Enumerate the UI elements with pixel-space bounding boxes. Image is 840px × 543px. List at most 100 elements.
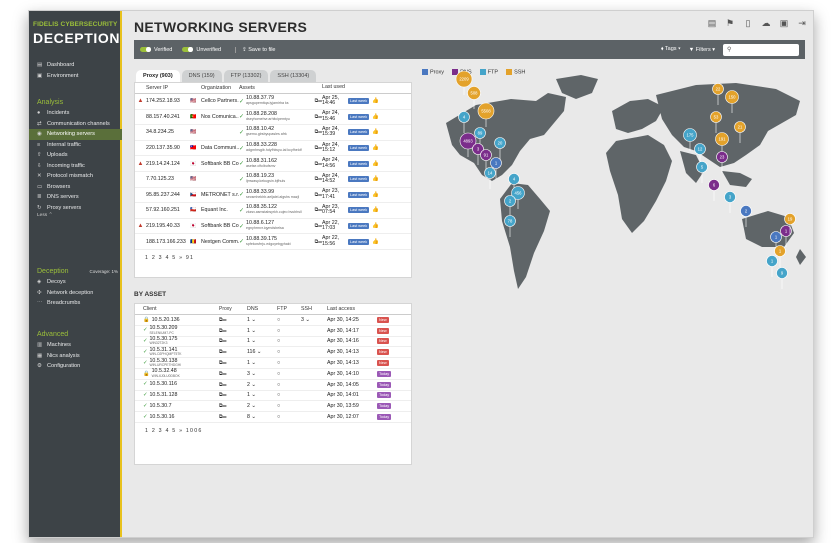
ssh-count[interactable]: 3 ⌄ xyxy=(301,317,310,323)
sidebar-item-decoys[interactable]: ◈ Decoys xyxy=(29,277,122,288)
asset-cell[interactable]: ✓ 10.88.39.175 spfekcwfrrju.edgoyebgyhakt… xyxy=(239,236,322,247)
thumb-icon[interactable]: 👍 xyxy=(372,129,379,135)
col-ssh[interactable]: SSH xyxy=(301,306,327,312)
client-cell[interactable]: 🔒 10.5.20.136 xyxy=(143,317,219,322)
dns-count[interactable]: 1 ⌄ xyxy=(247,328,256,334)
sidebar-item-networking-servers[interactable]: ◉ Networking servers xyxy=(29,129,122,140)
save-to-file-button[interactable]: ⇪ Save to file xyxy=(235,46,275,53)
less-toggle[interactable]: Less ⌃ xyxy=(29,213,122,222)
tags-dropdown[interactable]: ⬧ Tags ▾ xyxy=(661,46,681,53)
table-row[interactable]: 🔒 10.5.32.48 WIN-6J0LU0DBOK ⧉▭ 3 ⌄ ○ Apr 3… xyxy=(135,369,411,380)
sidebar-item-dashboard[interactable]: ▤ Dashboard xyxy=(29,60,122,71)
filters-dropdown[interactable]: ▼ Filters ▾ xyxy=(689,47,715,53)
table-row[interactable]: 88.157.40.241 🇵🇹 Nos Comunica... ✓ 10.88… xyxy=(135,110,411,126)
cloud-icon[interactable]: ☁ xyxy=(760,18,772,30)
table-row[interactable]: ✓ 10.5.30.138 WIN-URCPETHDGHI ⧉▭ 1 ⌄ ○ Apr… xyxy=(135,358,411,369)
col-last-used[interactable]: Last used xyxy=(322,84,348,90)
sidebar-item-nics-analysis[interactable]: ▦ Nics analysis xyxy=(29,351,122,362)
table-row[interactable]: ✓ 10.5.31.141 WIN-O2PHQMPT5TK ⧉▭ 116 ⌄ ○ A… xyxy=(135,347,411,359)
asset-cell[interactable]: ✓ 10.88.31.162 aselse.cftclbufsmv ⧉▭ xyxy=(239,158,322,169)
sidebar-item-incoming-traffic[interactable]: ⇩ Incoming traffic xyxy=(29,161,122,172)
sidebar-item-machines[interactable]: ▥ Machines xyxy=(29,340,122,351)
table-row[interactable]: 34.8.234.25 🇺🇸 ✓ 10.88.10.42 gsemu.glrsby… xyxy=(135,125,411,141)
sidebar-item-incidents[interactable]: ● Incidents xyxy=(29,108,122,119)
client-cell[interactable]: ✓ 10.5.30.16 xyxy=(143,414,219,419)
client-cell[interactable]: ✓ 10.5.30.209 SELENIUM7-PC xyxy=(143,326,219,335)
window-icon[interactable]: ▣ xyxy=(778,18,790,30)
table-row[interactable]: 57.92.160.251 🇨🇱 Equant Inc. ✓ 10.88.35.… xyxy=(135,203,411,219)
server-ip[interactable]: 219.14.24.124 xyxy=(146,161,190,167)
thumb-icon[interactable]: 👍 xyxy=(372,114,379,120)
logout-icon[interactable]: ⇥ xyxy=(796,18,808,30)
client-cell[interactable]: 🔒 10.5.32.48 WIN-6J0LU0DBOK xyxy=(143,369,219,378)
dns-count[interactable]: 1 ⌄ xyxy=(247,360,256,366)
sidebar-item-network-deception[interactable]: ✣ Network deception xyxy=(29,288,122,299)
unverified-toggle[interactable]: Unverified xyxy=(182,47,221,53)
dns-count[interactable]: 1 ⌄ xyxy=(247,317,256,323)
tab-proxy[interactable]: Proxy (903) xyxy=(136,70,180,82)
dns-count[interactable]: 2 ⌄ xyxy=(247,382,256,388)
dns-count[interactable]: 116 ⌄ xyxy=(247,349,261,355)
client-cell[interactable]: ✓ 10.5.30.7 xyxy=(143,403,219,408)
table-row[interactable]: ▲ 219.14.24.124 🇯🇵 Softbank BB Co... ✓ 1… xyxy=(135,156,411,172)
client-cell[interactable]: ✓ 10.5.31.141 WIN-O2PHQMPT5TK xyxy=(143,347,219,357)
asset-cell[interactable]: ✓ 10.88.33.99 secsmhekhb.aeljalel.algshs … xyxy=(239,189,322,200)
brand-logo[interactable]: FIDELIS CYBERSECURITY DECEPTION xyxy=(33,21,119,55)
client-cell[interactable]: ✓ 10.5.31.128 xyxy=(143,393,219,398)
client-cell[interactable]: ✓ 10.5.30.138 WIN-URCPETHDGHI xyxy=(143,358,219,368)
col-assets[interactable]: Assets xyxy=(239,85,322,91)
table-row[interactable]: 188.173.166.233 🇷🇴 Nextgen Comm... ✓ 10.… xyxy=(135,234,411,250)
map-marker[interactable]: 3 xyxy=(724,191,736,214)
asset-cell[interactable]: ✓ 10.88.28.208 dseyhomehvr.arhitcipemtyu … xyxy=(239,111,322,122)
document-icon[interactable]: ▯ xyxy=(742,18,754,30)
dns-count[interactable]: 3 ⌄ xyxy=(247,371,256,377)
col-ftp[interactable]: FTP xyxy=(277,306,301,312)
sidebar-item-environment[interactable]: ▣ Environment xyxy=(29,71,122,82)
asset-cell[interactable]: ✓ 10.88.33.228 adgmhrsgib.hdyfhlwyu.ial k… xyxy=(239,142,322,153)
sidebar-item-proxy-servers[interactable]: ↻ Proxy servers xyxy=(29,203,122,214)
client-cell[interactable]: ✓ 10.5.30.175 WIN32T2K3 xyxy=(143,336,219,346)
servers-icon[interactable]: ▤ xyxy=(706,18,718,30)
table-row[interactable]: 220.137.35.90 🇹🇼 Data Communi... ✓ 10.88… xyxy=(135,141,411,157)
asset-cell[interactable]: ✓ 10.88.19.23 ljmwasy.kekugsin.bjfhuls ⧉▭ xyxy=(239,174,322,184)
server-ip[interactable]: 188.173.166.233 xyxy=(146,239,190,245)
col-dns[interactable]: DNS xyxy=(247,306,277,312)
server-ip[interactable]: 57.92.160.251 xyxy=(146,207,190,213)
sidebar-item-uploads[interactable]: ⇧ Uploads xyxy=(29,150,122,161)
table-row[interactable]: ▲ 174.252.18.93 🇺🇸 Cellco Partners... ✓ … xyxy=(135,94,411,110)
table-row[interactable]: ✓ 10.5.30.116 ⧉▭ 2 ⌄ ○ Apr 30, 14:05 Toda… xyxy=(135,380,411,391)
asset-cell[interactable]: ✓ 10.88.6.127 egnyhrmvr.iqymdsbelsa ⧉▭ xyxy=(239,220,322,231)
asset-pagination[interactable]: 1 2 3 4 5 » 1006 xyxy=(135,423,411,439)
map-marker[interactable]: 9 xyxy=(776,267,788,290)
table-row[interactable]: 🔒 10.5.20.136 ⧉▭ 1 ⌄ ○ 3 ⌄ Apr 30, 14:25 … xyxy=(135,315,411,326)
sidebar-item-configuration[interactable]: ⚙ Configuration xyxy=(29,361,122,372)
thumb-icon[interactable]: 👍 xyxy=(372,98,379,104)
map-marker[interactable]: 1 xyxy=(766,255,778,278)
col-last-access[interactable]: Last access xyxy=(327,306,377,312)
table-row[interactable]: ✓ 10.5.30.209 SELENIUM7-PC ⧉▭ 1 ⌄ ○ Apr 30… xyxy=(135,326,411,337)
world-map[interactable]: 2209508550848948933911201444562782253191… xyxy=(416,71,810,341)
sidebar-item-communication-channels[interactable]: ⇄ Communication channels xyxy=(29,119,122,130)
table-row[interactable]: ✓ 10.5.30.7 ⧉▭ 2 ⌄ ○ Apr 30, 13:59 Today xyxy=(135,401,411,413)
tab-ftp[interactable]: FTP (13302) xyxy=(223,70,269,82)
table-row[interactable]: 7.70.125.23 🇺🇸 ✓ 10.88.19.23 ljmwasy.keku… xyxy=(135,172,411,188)
sidebar-item-internal-traffic[interactable]: ≡ Internal traffic xyxy=(29,140,122,151)
col-client[interactable]: Client xyxy=(143,306,219,312)
verified-toggle[interactable]: Verified xyxy=(140,47,172,53)
thumb-icon[interactable]: 👍 xyxy=(372,161,379,167)
col-organization[interactable]: Organization xyxy=(201,85,239,91)
dns-count[interactable]: 1 ⌄ xyxy=(247,338,256,344)
sidebar-item-browsers[interactable]: ▭ Browsers xyxy=(29,182,122,193)
dns-count[interactable]: 2 ⌄ xyxy=(247,403,256,409)
server-ip[interactable]: 174.252.18.93 xyxy=(146,98,190,104)
client-cell[interactable]: ✓ 10.5.30.116 xyxy=(143,382,219,387)
server-ip[interactable]: 34.8.234.25 xyxy=(146,129,190,135)
tab-ssh[interactable]: SSH (13304) xyxy=(270,70,317,82)
table-row[interactable]: ▲ 219.195.40.33 🇯🇵 Softbank BB Co... ✓ 1… xyxy=(135,219,411,235)
col-server-ip[interactable]: Server IP xyxy=(146,85,190,91)
sidebar-item-dns-servers[interactable]: ≣ DNS servers xyxy=(29,192,122,203)
thumb-icon[interactable]: 👍 xyxy=(372,176,379,182)
flag-icon[interactable]: ⚑ xyxy=(724,18,736,30)
thumb-icon[interactable]: 👍 xyxy=(372,207,379,213)
table-row[interactable]: ✓ 10.5.30.175 WIN32T2K3 ⧉▭ 1 ⌄ ○ Apr 30, 1… xyxy=(135,336,411,348)
